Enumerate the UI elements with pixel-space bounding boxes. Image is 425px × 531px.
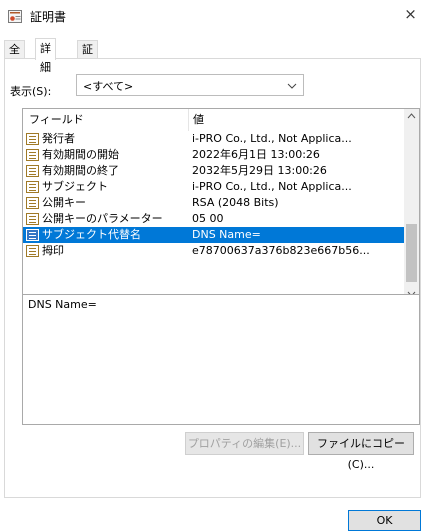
field-name: サブジェクト — [42, 180, 108, 193]
scrollbar-thumb[interactable] — [406, 224, 417, 282]
list-item[interactable]: 公開キー RSA (2048 Bits) — [23, 195, 404, 211]
list-item[interactable]: サブジェクト i-PRO Co., Ltd., Not Applica... — [23, 179, 404, 195]
field-icon — [26, 197, 39, 209]
ok-button[interactable]: OK — [348, 510, 421, 531]
field-value: RSA (2048 Bits) — [192, 196, 279, 209]
list-item[interactable]: 公開キーのパラメーター 05 00 — [23, 211, 404, 227]
field-icon — [26, 245, 39, 257]
show-dropdown[interactable]: <すべて> — [76, 74, 304, 96]
detail-text-box[interactable]: DNS Name= — [22, 294, 420, 425]
close-button[interactable]: × — [396, 2, 425, 28]
field-name: 公開キー — [42, 196, 86, 209]
field-icon — [26, 229, 39, 241]
title-bar: 証明書 × — [0, 0, 425, 32]
certificate-icon — [8, 10, 22, 23]
copy-to-file-button[interactable]: ファイルにコピー(C)... — [308, 432, 414, 471]
scroll-up-icon[interactable] — [404, 111, 419, 121]
edit-properties-button[interactable]: プロパティの編集(E)... — [185, 432, 304, 455]
chevron-down-icon — [287, 83, 297, 89]
list-item-selected[interactable]: サブジェクト代替名 DNS Name= — [23, 227, 404, 243]
field-icon — [26, 181, 39, 193]
field-value: DNS Name= — [192, 227, 261, 243]
field-value: 05 00 — [192, 212, 224, 225]
column-header-value[interactable]: 値 — [188, 109, 204, 131]
tab-general[interactable]: 全般 — [4, 40, 25, 73]
field-name: 有効期間の開始 — [42, 148, 119, 161]
field-name: 発行者 — [42, 132, 75, 145]
list-item[interactable]: 有効期間の開始 2022年6月1日 13:00:26 — [23, 147, 404, 163]
show-label: 表示(S): — [10, 85, 52, 98]
detail-text: DNS Name= — [28, 298, 97, 311]
field-icon — [26, 165, 39, 177]
field-name: 公開キーのパラメーター — [42, 212, 163, 225]
list-item[interactable]: 発行者 i-PRO Co., Ltd., Not Applica... — [23, 131, 404, 147]
list-item[interactable]: 有効期間の終了 2032年5月29日 13:00:26 — [23, 163, 404, 179]
field-name: 拇印 — [42, 244, 64, 257]
vertical-scrollbar[interactable] — [404, 109, 419, 301]
field-value: i-PRO Co., Ltd., Not Applica... — [192, 180, 352, 193]
details-panel: 表示(S): <すべて> フィールド 値 発行者 i-PRO Co., Ltd.… — [4, 58, 421, 498]
field-icon — [26, 213, 39, 225]
list-item[interactable]: 拇印 e78700637a376b823e667b56... — [23, 243, 404, 259]
field-name: サブジェクト代替名 — [42, 228, 141, 241]
tab-details[interactable]: 詳細 — [35, 38, 56, 74]
field-value: e78700637a376b823e667b56... — [192, 244, 370, 257]
field-name: 有効期間の終了 — [42, 164, 119, 177]
field-rows: 発行者 i-PRO Co., Ltd., Not Applica... 有効期間… — [23, 131, 404, 259]
window-title: 証明書 — [30, 10, 67, 24]
field-value: i-PRO Co., Ltd., Not Applica... — [192, 132, 352, 145]
column-header-field[interactable]: フィールド — [29, 109, 84, 131]
field-icon — [26, 149, 39, 161]
field-value: 2022年6月1日 13:00:26 — [192, 148, 320, 161]
field-icon — [26, 133, 39, 145]
field-list[interactable]: フィールド 値 発行者 i-PRO Co., Ltd., Not Applica… — [22, 108, 420, 302]
close-icon: × — [404, 5, 417, 23]
field-value: 2032年5月29日 13:00:26 — [192, 164, 327, 177]
tab-certification-path[interactable]: 証明のパス — [77, 40, 98, 124]
show-dropdown-value: <すべて> — [83, 80, 134, 93]
